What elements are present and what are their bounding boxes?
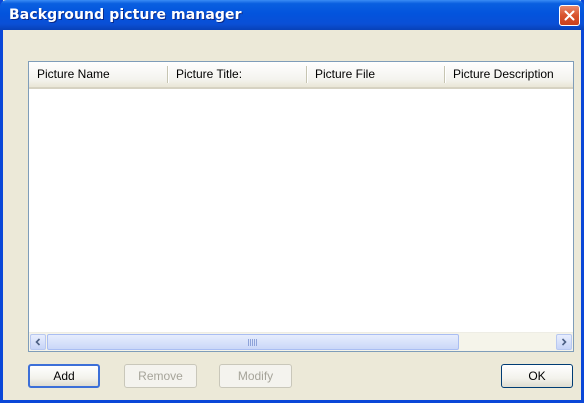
scroll-left-button[interactable] [30,334,46,350]
chevron-right-icon [560,335,568,349]
list-body[interactable] [29,89,573,332]
picture-list[interactable]: Picture Name Picture Title: Picture File… [28,61,574,352]
scroll-right-button[interactable] [556,334,572,350]
dialog-window: Background picture manager Picture Name … [0,0,584,403]
window-title: Background picture manager [9,7,242,23]
chevron-left-icon [34,335,42,349]
column-header-picture-name[interactable]: Picture Name [29,62,167,87]
horizontal-scrollbar[interactable] [29,332,573,351]
title-bar[interactable]: Background picture manager [0,0,584,30]
add-button[interactable]: Add [28,364,100,388]
grip-icon [248,339,257,346]
ok-button[interactable]: OK [501,364,573,388]
modify-button[interactable]: Modify [219,364,292,388]
column-header-picture-title[interactable]: Picture Title: [168,62,306,87]
close-icon [564,10,575,21]
list-header: Picture Name Picture Title: Picture File… [29,62,573,89]
column-header-picture-file[interactable]: Picture File [307,62,444,87]
close-button[interactable] [559,5,580,26]
scroll-thumb[interactable] [47,334,459,350]
column-header-picture-description[interactable]: Picture Description [445,62,573,87]
remove-button[interactable]: Remove [124,364,197,388]
